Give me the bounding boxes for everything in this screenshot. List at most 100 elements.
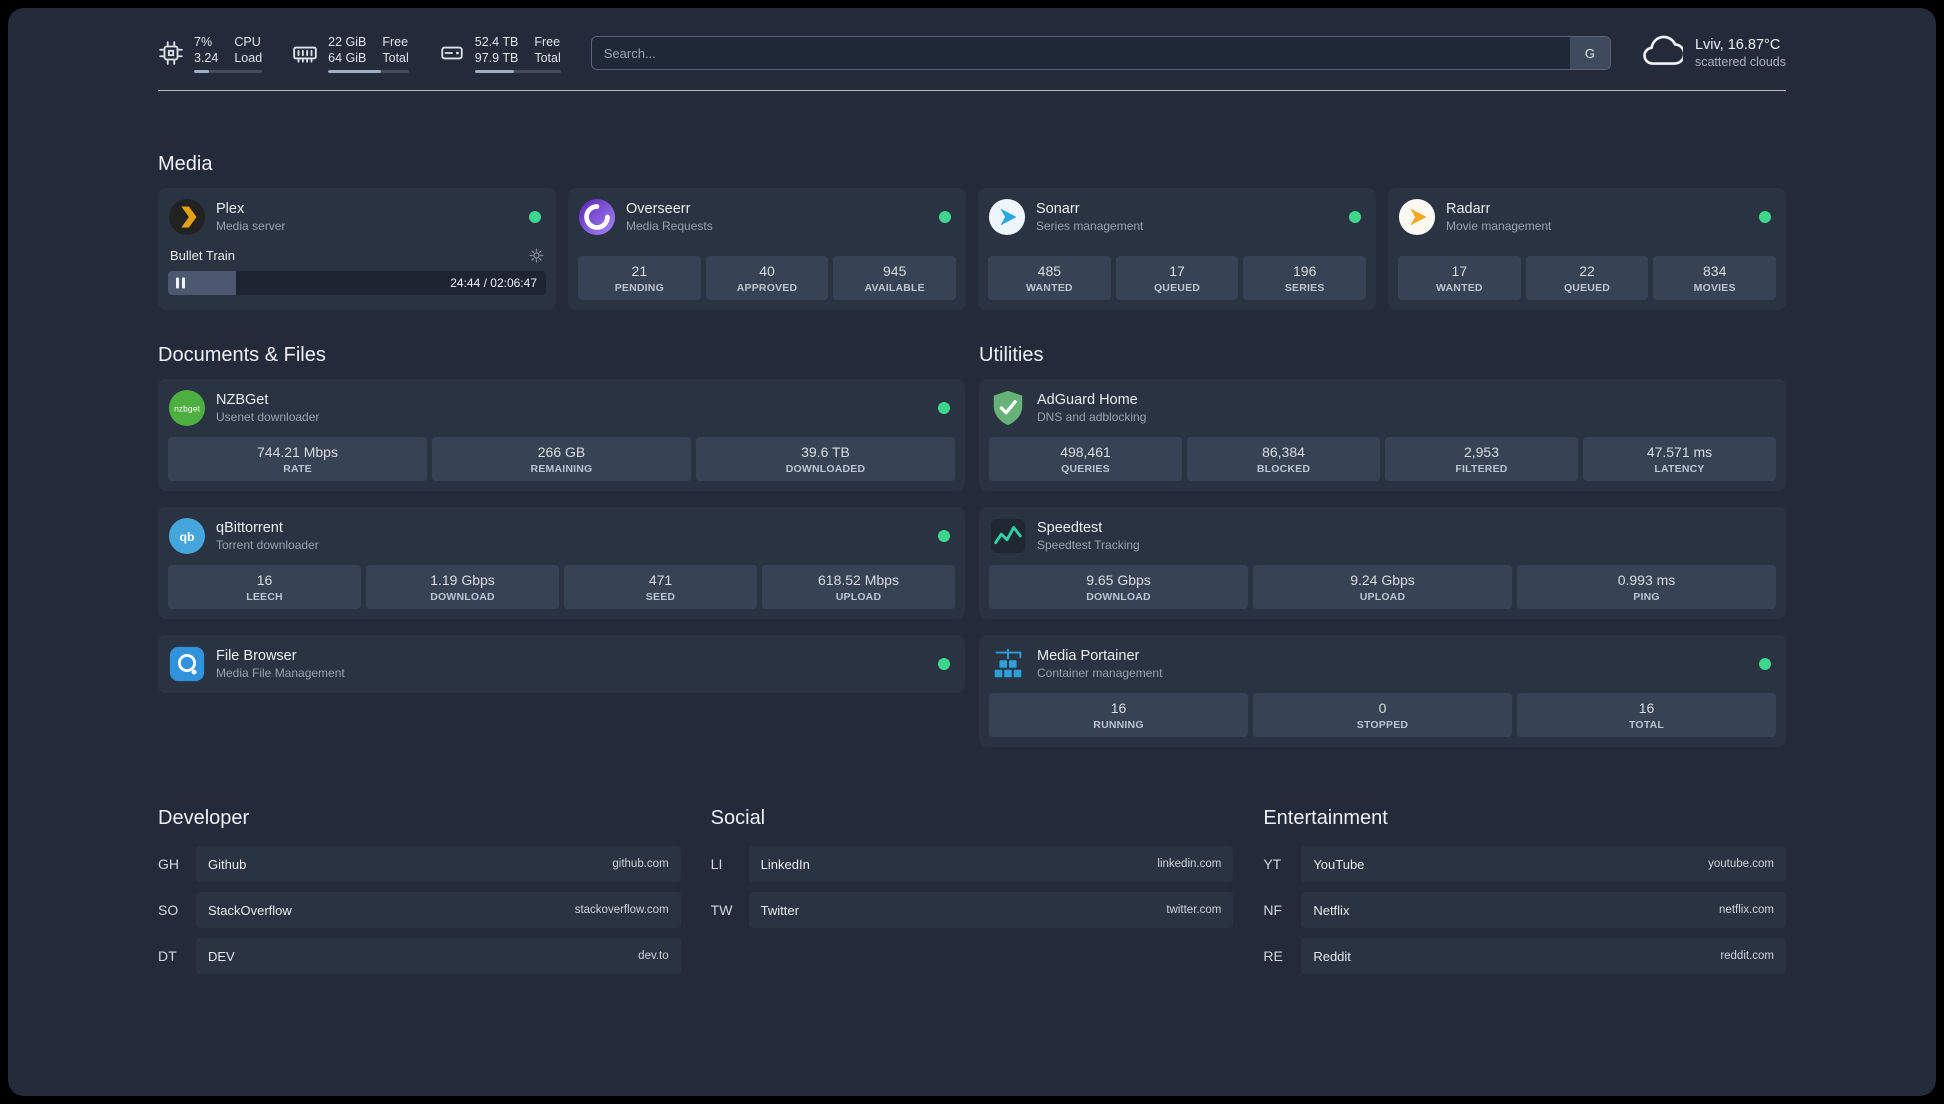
service-text: Speedtest Speedtest Tracking: [1037, 520, 1140, 552]
bookmark-dev[interactable]: DEV dev.to: [196, 938, 681, 974]
service-description: Media Requests: [626, 219, 713, 233]
stat-box: 471 SEED: [564, 565, 757, 609]
svg-text:nzbget: nzbget: [174, 403, 200, 413]
section-title-developer: Developer: [158, 807, 250, 829]
service-card-radarr[interactable]: Radarr Movie management 17 WANTED 22 QUEUE…: [1388, 188, 1786, 310]
bookmark-github[interactable]: Github github.com: [196, 846, 681, 882]
service-text: Sonarr Series management: [1036, 201, 1143, 233]
cpu-label: CPU: [234, 34, 261, 49]
bookmark-label: YouTube: [1313, 856, 1365, 872]
section-title-media: Media: [158, 153, 213, 175]
bookmark-abbr: SO: [158, 902, 179, 918]
bookmark-domain: stackoverflow.com: [574, 904, 669, 916]
memory-icon: [292, 40, 318, 66]
service-stats: 21 PENDING 40 APPROVED 945 AVAILABLE: [578, 246, 957, 300]
bookmark-reddit[interactable]: Reddit reddit.com: [1301, 938, 1786, 974]
service-card-filebrowser[interactable]: File Browser Media File Management: [158, 635, 965, 693]
stat-box: 1.19 Gbps DOWNLOAD: [366, 565, 559, 609]
stat-label: WANTED: [1025, 282, 1073, 294]
disk-total-value: 97.9 TB: [474, 50, 519, 65]
resource-widgets: 7% 3.24 CPU Load 22 GiB 64 GiB Free Tota…: [158, 34, 561, 73]
service-card-nzbget[interactable]: nzbget NZBGet Usenet downloader 744.21 M…: [158, 379, 965, 491]
stat-label: FILTERED: [1455, 463, 1508, 475]
playback-progress-bar[interactable]: 24:44 / 02:06:47: [168, 271, 546, 295]
pause-icon[interactable]: [176, 277, 185, 289]
bookmark-abbr: DT: [158, 948, 177, 964]
service-card-plex[interactable]: Plex Media server Bullet Train 24:44 / 0…: [158, 188, 556, 310]
status-dot: [939, 211, 951, 223]
nzbget-icon: nzbget: [168, 389, 206, 427]
stat-label: UPLOAD: [835, 591, 882, 603]
stat-box: 744.21 Mbps RATE: [168, 437, 427, 481]
service-name: Speedtest: [1037, 520, 1103, 536]
bookmark-linkedin[interactable]: LinkedIn linkedin.com: [748, 846, 1234, 882]
memory-total-value: 64 GiB: [328, 50, 367, 65]
stat-box: 16 LEECH: [168, 565, 361, 609]
bookmark-group-developer: Developer GH Github github.com SO StackO…: [158, 807, 681, 984]
service-name: AdGuard Home: [1037, 392, 1138, 408]
section-title-social: Social: [710, 807, 766, 829]
stat-box: 196 SERIES: [1243, 256, 1367, 300]
service-stats: 498,461 QUERIES 86,384 BLOCKED 2,953 FILTER…: [989, 437, 1776, 481]
service-card-adguard[interactable]: AdGuard Home DNS and adblocking 498,461 Q…: [979, 379, 1786, 491]
service-card-sonarr[interactable]: Sonarr Series management 485 WANTED 17 QUE…: [978, 188, 1376, 310]
service-card-speedtest[interactable]: Speedtest Speedtest Tracking 9.65 Gbps DO…: [979, 507, 1786, 619]
bookmark-abbr: GH: [158, 856, 179, 872]
bookmark-row: GH Github github.com: [158, 846, 681, 882]
search-input[interactable]: [591, 37, 1570, 69]
memory-widget: 22 GiB 64 GiB Free Total: [292, 34, 409, 73]
search-provider-button[interactable]: G: [1569, 37, 1610, 69]
qbittorrent-icon: qb: [168, 517, 206, 555]
adguard-icon: [989, 389, 1027, 427]
bookmark-stackoverflow[interactable]: StackOverflow stackoverflow.com: [196, 892, 681, 928]
service-text: qBittorrent Torrent downloader: [216, 520, 319, 552]
stat-box: 0 STOPPED: [1253, 693, 1512, 737]
stat-value: 498,461: [1060, 444, 1111, 460]
service-stats: 17 WANTED 22 QUEUED 834 MOVIES: [1398, 246, 1777, 300]
disk-free-label: Free: [534, 34, 561, 49]
stat-label: DOWNLOADED: [785, 463, 866, 475]
stat-value: 266 GB: [537, 444, 586, 460]
bookmark-abbr: YT: [1263, 856, 1282, 872]
section-documents: Documents & Files nzbget NZBGet Usenet d…: [158, 344, 965, 693]
bookmark-netflix[interactable]: Netflix netflix.com: [1301, 892, 1786, 928]
section-utilities: Utilities AdGuard Home DNS and adblockin…: [979, 344, 1786, 747]
stat-label: REMAINING: [530, 463, 593, 475]
service-card-portainer[interactable]: Media Portainer Container management 16 R…: [979, 635, 1786, 747]
service-card-overseerr[interactable]: Overseerr Media Requests 21 PENDING 40 APP…: [568, 188, 966, 310]
service-name: Radarr: [1446, 201, 1491, 217]
service-name: Media Portainer: [1037, 648, 1140, 664]
service-description: Container management: [1037, 666, 1163, 680]
cpu-load-value: 3.24: [194, 50, 219, 65]
bookmark-twitter[interactable]: Twitter twitter.com: [748, 892, 1234, 928]
stat-value: 47.571 ms: [1646, 444, 1713, 460]
stat-box: 9.24 Gbps UPLOAD: [1253, 565, 1512, 609]
bookmark-label: DEV: [208, 948, 235, 964]
section-title-utilities: Utilities: [979, 344, 1044, 366]
bookmark-row: NF Netflix netflix.com: [1263, 892, 1786, 928]
dashboard: 7% 3.24 CPU Load 22 GiB 64 GiB Free Tota…: [8, 8, 1936, 1096]
cpu-usage-value: 7%: [194, 34, 213, 49]
bookmark-youtube[interactable]: YouTube youtube.com: [1301, 846, 1786, 882]
weather-location: Lviv, 16.87°C: [1694, 37, 1781, 53]
speedtest-icon: [989, 517, 1027, 555]
disk-total-label: Total: [534, 50, 561, 65]
stat-box: 17 QUEUED: [1115, 256, 1239, 300]
bookmark-row: YT YouTube youtube.com: [1263, 846, 1786, 882]
bookmark-domain: dev.to: [638, 950, 669, 962]
stat-box: 39.6 TB DOWNLOADED: [696, 437, 955, 481]
service-description: DNS and adblocking: [1037, 410, 1147, 424]
stat-label: UPLOAD: [1359, 591, 1406, 603]
stat-label: LEECH: [246, 591, 283, 603]
gear-icon[interactable]: [529, 248, 544, 263]
stat-value: 9.24 Gbps: [1350, 572, 1415, 588]
cpu-icon: [158, 40, 184, 66]
bookmark-domain: github.com: [612, 858, 669, 870]
svg-text:qb: qb: [179, 530, 195, 544]
service-card-qbittorrent[interactable]: qb qBittorrent Torrent downloader 16 LEEC…: [158, 507, 965, 619]
stat-label: LATENCY: [1654, 463, 1705, 475]
section-title-documents: Documents & Files: [158, 344, 326, 366]
weather-condition: scattered clouds: [1694, 55, 1786, 69]
stat-label: DOWNLOAD: [430, 591, 495, 603]
stat-label: SEED: [645, 591, 676, 603]
